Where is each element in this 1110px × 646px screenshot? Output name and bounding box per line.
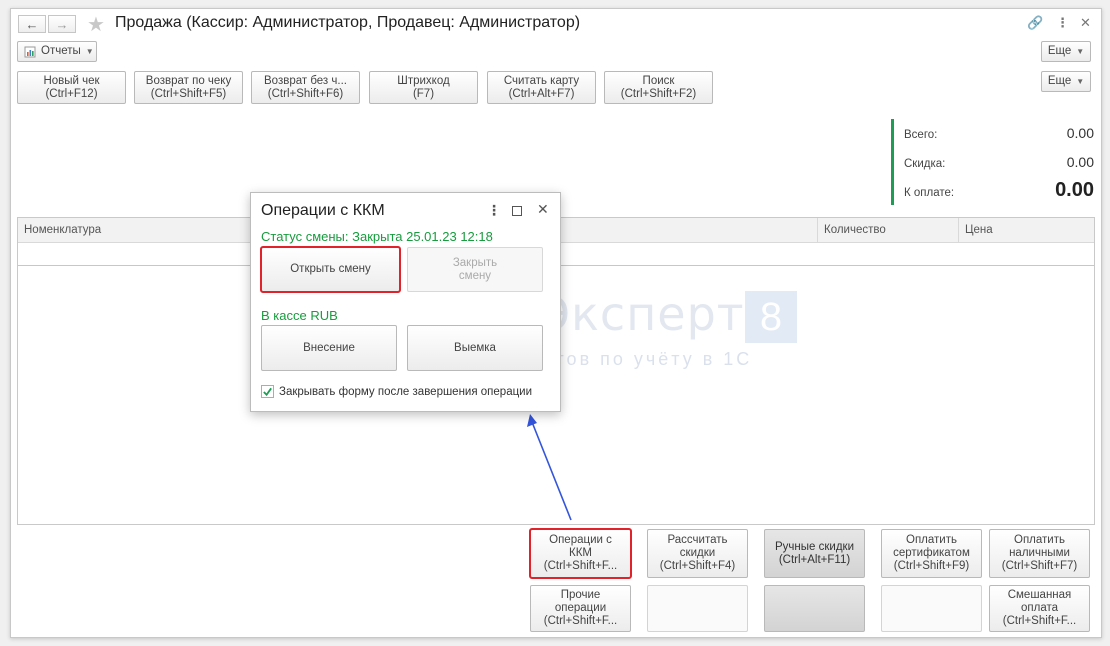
withdraw-button[interactable]: Выемка (407, 325, 543, 371)
pay-cash-label: Оплатить наличными (Ctrl+Shift+F7) (1001, 534, 1078, 572)
search-button[interactable]: Поиск (Ctrl+Shift+F2) (604, 71, 713, 104)
withdraw-label: Выемка (454, 341, 496, 354)
kkm-operations-dialog: Операции с ККМ ⋮ ✕ Статус смены: Закрыта… (250, 192, 561, 412)
shift-status: Статус смены: Закрыта 25.01.23 12:18 (261, 229, 493, 244)
deposit-button[interactable]: Внесение (261, 325, 397, 371)
more-button-actions[interactable]: Еще ▼ (1041, 71, 1091, 92)
more-button-top[interactable]: Еще ▼ (1041, 41, 1091, 62)
pay-certificate-label: Оплатить сертификатом (Ctrl+Shift+F9) (893, 534, 970, 572)
back-arrow-icon: ← (25, 16, 39, 32)
empty-button-2[interactable] (764, 585, 865, 632)
window-title: Продажа (Кассир: Администратор, Продавец… (115, 14, 581, 31)
column-header-quantity[interactable]: Количество (817, 218, 958, 242)
barcode-button[interactable]: Штрихкод (F7) (369, 71, 478, 104)
close-shift-button[interactable]: Закрыть смену (407, 247, 543, 292)
mixed-payment-button[interactable]: Смешанная оплата (Ctrl+Shift+F... (989, 585, 1090, 632)
more-vertical-icon[interactable]: ⋮ (487, 202, 501, 219)
checkmark-icon (263, 387, 272, 396)
more-vertical-icon[interactable]: ⋮ (1056, 15, 1069, 31)
close-form-checkbox[interactable] (261, 385, 274, 398)
column-header-price[interactable]: Цена (958, 218, 1094, 242)
reports-button[interactable]: Отчеты ▼ (17, 41, 97, 62)
report-icon (24, 46, 36, 57)
return-by-check-label: Возврат по чеку (Ctrl+Shift+F5) (145, 74, 232, 100)
forward-button[interactable]: → (48, 15, 76, 33)
link-icon[interactable]: 🔗 (1027, 15, 1043, 31)
other-operations-button[interactable]: Прочие операции (Ctrl+Shift+F... (530, 585, 631, 632)
more-label-actions: Еще (1047, 75, 1072, 87)
close-form-label: Закрывать форму после завершения операци… (279, 385, 533, 398)
more-label-top: Еще (1047, 45, 1072, 57)
totals-panel: Всего: 0.00 Скидка: 0.00 К оплате: 0.00 (891, 119, 1104, 205)
dialog-title: Операции с ККМ (261, 202, 385, 219)
chevron-down-icon: ▼ (85, 47, 94, 56)
empty-button-1[interactable] (647, 585, 748, 632)
maximize-icon[interactable] (512, 203, 522, 219)
calculate-discounts-button[interactable]: Рассчитать скидки (Ctrl+Shift+F4) (647, 529, 748, 578)
other-operations-label: Прочие операции (Ctrl+Shift+F... (543, 589, 618, 627)
new-check-button[interactable]: Новый чек (Ctrl+F12) (17, 71, 126, 104)
mixed-payment-label: Смешанная оплата (Ctrl+Shift+F... (1002, 589, 1077, 627)
to-pay-value: 0.00 (1055, 179, 1094, 201)
total-label: Всего: (904, 129, 938, 141)
chevron-down-icon: ▼ (1076, 77, 1085, 86)
close-form-option: Закрывать форму после завершения операци… (261, 385, 532, 398)
search-label: Поиск (Ctrl+Shift+F2) (620, 74, 697, 100)
watermark-number: 8 (745, 291, 797, 343)
return-by-check-button[interactable]: Возврат по чеку (Ctrl+Shift+F5) (134, 71, 243, 104)
kkm-operations-label: Операции с ККМ (Ctrl+Shift+F... (543, 534, 618, 572)
close-shift-label: Закрыть смену (452, 256, 498, 282)
reports-label: Отчеты (41, 45, 81, 57)
total-value: 0.00 (1066, 125, 1094, 141)
manual-discounts-label: Ручные скидки (Ctrl+Alt+F11) (775, 540, 854, 566)
cash-balance: В кассе RUB (261, 308, 338, 323)
barcode-label: Штрихкод (F7) (397, 74, 450, 100)
read-card-button[interactable]: Считать карту (Ctrl+Alt+F7) (487, 71, 596, 104)
to-pay-label: К оплате: (904, 187, 955, 199)
close-icon[interactable]: ✕ (1080, 15, 1091, 31)
close-icon[interactable]: ✕ (537, 201, 549, 218)
discount-value: 0.00 (1066, 154, 1094, 170)
open-shift-button[interactable]: Открыть смену (260, 246, 401, 293)
forward-arrow-icon: → (55, 16, 69, 32)
empty-button-3[interactable] (881, 585, 982, 632)
back-button[interactable]: ← (18, 15, 46, 33)
read-card-label: Считать карту (Ctrl+Alt+F7) (503, 74, 580, 100)
pay-cash-button[interactable]: Оплатить наличными (Ctrl+Shift+F7) (989, 529, 1090, 578)
return-without-check-label: Возврат без ч... (Ctrl+Shift+F6) (264, 74, 347, 100)
chevron-down-icon: ▼ (1076, 47, 1085, 56)
deposit-label: Внесение (303, 341, 355, 354)
new-check-label: Новый чек (Ctrl+F12) (43, 74, 100, 100)
calculate-discounts-label: Рассчитать скидки (Ctrl+Shift+F4) (659, 534, 736, 572)
pay-certificate-button[interactable]: Оплатить сертификатом (Ctrl+Shift+F9) (881, 529, 982, 578)
manual-discounts-button[interactable]: Ручные скидки (Ctrl+Alt+F11) (764, 529, 865, 578)
open-shift-label: Открыть смену (290, 263, 371, 275)
kkm-operations-button[interactable]: Операции с ККМ (Ctrl+Shift+F... (529, 528, 632, 579)
star-icon[interactable]: ★ (87, 12, 105, 37)
return-without-check-button[interactable]: Возврат без ч... (Ctrl+Shift+F6) (251, 71, 360, 104)
discount-label: Скидка: (904, 158, 946, 170)
